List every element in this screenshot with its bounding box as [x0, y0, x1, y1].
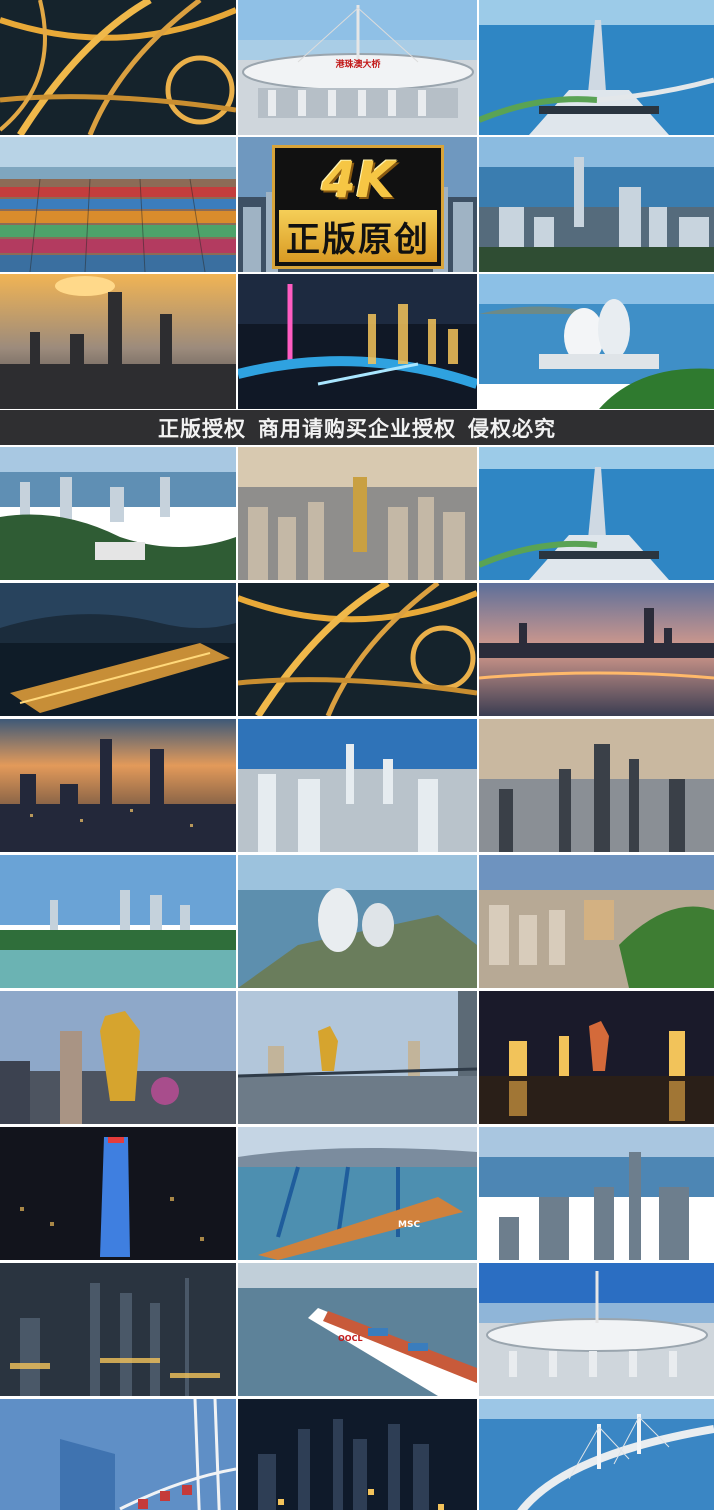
tile-harbor-skyline	[479, 137, 714, 272]
tile-harbor-towers-day	[479, 1127, 714, 1260]
tile-casino-night-reflection	[479, 991, 714, 1124]
bottom-image-grid: MSC OOCL	[0, 447, 714, 1510]
tile-misty-skyline	[479, 719, 714, 852]
ship-oocl-text: OOCL	[338, 1334, 363, 1343]
bridge-sign-text: 港珠澳大桥	[335, 58, 381, 70]
badge-4k-text: 4K	[321, 151, 395, 209]
tile-city-night-skyline	[238, 1399, 477, 1510]
tile-city-blue-day	[238, 719, 477, 852]
tile-highway-interchange-night-2	[238, 583, 477, 716]
tile-old-town-cathedral	[479, 855, 714, 988]
tile-bridge-toll-plaza: 港珠澳大桥	[238, 0, 477, 135]
tile-tower-river-night	[238, 274, 477, 409]
banner-infringement-text: 侵权必究	[468, 416, 556, 441]
tile-lotus-tower-casino	[0, 991, 236, 1124]
4k-original-badge: 4K 正版原创	[272, 145, 444, 269]
tile-waterfront-dusk	[479, 583, 714, 716]
tile-container-ship-sea: OOCL	[238, 1263, 477, 1396]
tile-highway-interchange-night	[0, 0, 236, 135]
tile-bridge-toll-plaza-2	[479, 1263, 714, 1396]
tile-container-terminal-ship: MSC	[238, 1127, 477, 1260]
ship-msc-text: MSC	[398, 1220, 420, 1230]
tile-sunset-skyline	[0, 274, 236, 409]
tile-bridge-island-aerial-2	[479, 447, 714, 580]
tile-opera-house-aerial	[238, 855, 477, 988]
tile-container-port	[0, 137, 236, 272]
tile-opera-house-coast	[479, 274, 714, 409]
tile-city-night-towers	[0, 1263, 236, 1396]
banner-licensed-text: 正版授权	[158, 416, 246, 441]
tile-bay-skyline-day	[0, 855, 236, 988]
badge-label: 正版原创	[279, 210, 437, 262]
banner-commercial-text: 商用请购买企业授权	[258, 416, 456, 441]
tile-glass-tower-ferris	[0, 1399, 236, 1510]
tile-bridge-island-aerial	[479, 0, 714, 135]
copyright-banner: 正版授权 商用请购买企业授权 侵权必究	[0, 410, 714, 445]
tile-dense-city-aerial	[238, 447, 477, 580]
tile-mountain-city-view	[0, 447, 236, 580]
tile-lit-tower-night	[0, 1127, 236, 1260]
tile-city-dusk-towers	[0, 719, 236, 852]
tile-casino-waterfront	[238, 991, 477, 1124]
tile-bridge-over-sea	[479, 1399, 714, 1510]
tile-port-night	[0, 583, 236, 716]
